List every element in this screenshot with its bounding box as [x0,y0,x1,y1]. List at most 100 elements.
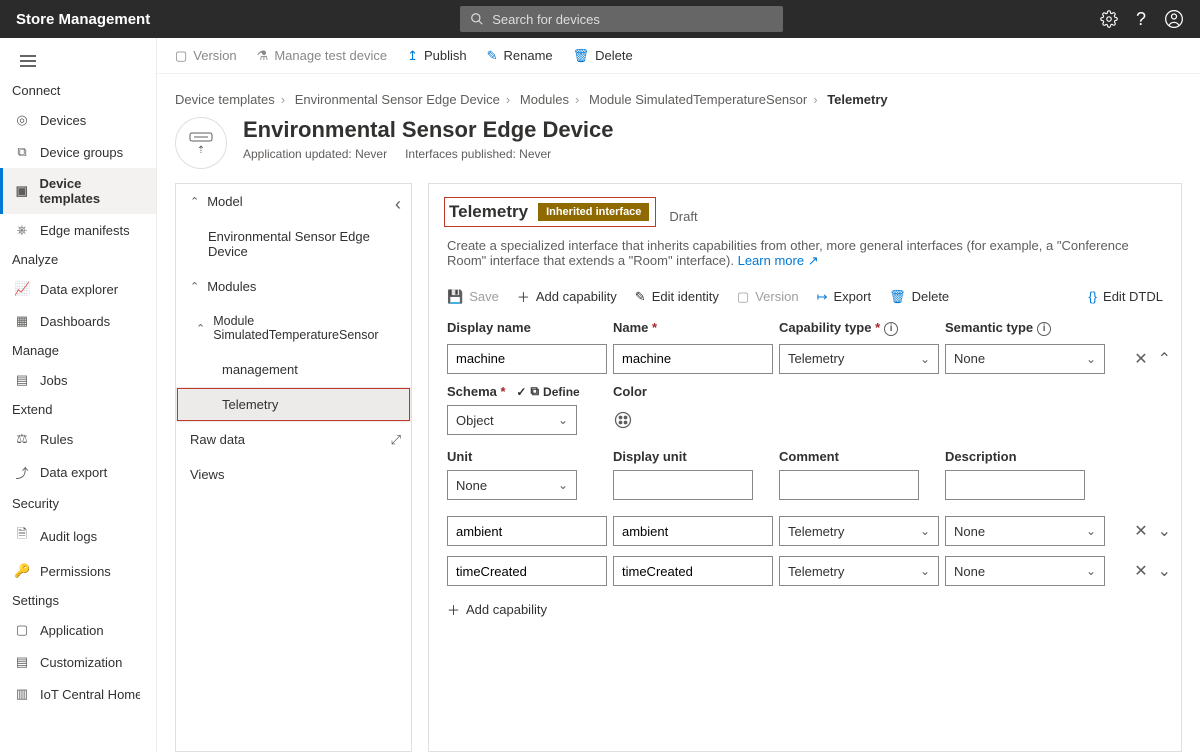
help-icon[interactable]: ? [1136,9,1146,30]
nav-section-analyze: Analyze [0,246,156,273]
crumb-device[interactable]: Environmental Sensor Edge Device [295,92,500,107]
tree-views[interactable]: Views [176,457,411,492]
tree-management[interactable]: management [176,352,411,387]
chevron-down-icon: ⌄ [920,524,930,538]
nav-iot-central-home[interactable]: ▥IoT Central Home [0,678,156,710]
save-button[interactable]: 💾Save [447,289,499,305]
info-icon[interactable]: i [1037,322,1051,336]
tree-raw-data[interactable]: Raw data⤢ [176,422,411,457]
edit-dtdl-button[interactable]: {}Edit DTDL [1088,289,1163,304]
semantic-type-select[interactable]: None⌄ [945,516,1105,546]
panel-toolbar: 💾Save ＋Add capability ✎Edit identity ▢Ve… [447,287,1163,306]
expand-icon[interactable]: ⤢ [391,432,401,448]
name-input[interactable] [613,556,773,586]
hamburger-icon[interactable] [0,46,156,77]
nav-permissions[interactable]: 🔑Permissions [0,555,156,587]
app-title: Store Management [16,11,150,28]
search-placeholder: Search for devices [492,12,600,27]
description-input[interactable] [945,470,1085,500]
display-unit-input[interactable] [613,470,753,500]
nav-data-explorer[interactable]: 📈Data explorer [0,273,156,305]
version-button[interactable]: ▢Version [737,289,799,305]
col-semantic-type: Semantic typei [945,320,1105,336]
edit-identity-button[interactable]: ✎Edit identity [635,289,719,305]
tree-modules[interactable]: ⌃Modules [176,269,411,304]
meta-app-updated: Application updated: Never [243,147,387,161]
expand-row-icon[interactable]: ⌄ [1158,561,1171,581]
nav-device-groups[interactable]: ⧉Device groups [0,136,156,168]
detail-panel: Telemetry Inherited interface Draft Crea… [428,183,1182,752]
cap-type-select[interactable]: Telemetry⌄ [779,556,939,586]
crumb-module-sim[interactable]: Module SimulatedTemperatureSensor [589,92,807,107]
nav-edge-manifests[interactable]: ⎈Edge manifests [0,214,156,246]
display-name-input[interactable] [447,516,607,546]
nav-customization[interactable]: ▤Customization [0,646,156,678]
tree-root-device[interactable]: Environmental Sensor Edge Device [176,219,411,269]
tree-model[interactable]: ⌃Model [176,184,411,219]
jobs-icon: ▤ [14,372,30,388]
learn-more-link[interactable]: Learn more ↗ [738,253,819,268]
account-icon[interactable] [1164,9,1184,29]
semantic-type-select[interactable]: None⌄ [945,344,1105,374]
crumb-device-templates[interactable]: Device templates [175,92,275,107]
add-capability-link[interactable]: ＋Add capability [447,600,1163,619]
search-icon [470,12,484,26]
unit-select[interactable]: None⌄ [447,470,577,500]
nav-jobs[interactable]: ▤Jobs [0,364,156,396]
chevron-up-icon: ⌃ [190,195,199,208]
data-explorer-icon: 📈 [14,281,30,297]
search-input[interactable]: Search for devices [460,6,783,32]
nav-device-templates[interactable]: ▣Device templates [0,168,156,214]
semantic-type-select[interactable]: None⌄ [945,556,1105,586]
publish-icon: ↥ [407,48,418,64]
collapse-tree-icon[interactable]: ‹ [395,194,401,215]
data-export-icon: ⤴ [14,463,30,482]
display-name-input[interactable] [447,344,607,374]
rules-icon: ⚖ [14,431,30,447]
nav-audit-logs[interactable]: 🗎Audit logs [0,517,156,555]
cmd-publish[interactable]: ↥Publish [407,48,467,64]
nav-dashboards[interactable]: ▦Dashboards [0,305,156,337]
nav-application[interactable]: ▢Application [0,614,156,646]
cap-type-select[interactable]: Telemetry⌄ [779,516,939,546]
remove-row-icon[interactable]: ✕ [1134,349,1147,369]
comment-input[interactable] [779,470,919,500]
color-picker[interactable] [613,408,643,432]
export-button[interactable]: ↦Export [817,289,871,305]
nav-rules[interactable]: ⚖Rules [0,423,156,455]
nav-section-connect: Connect [0,77,156,104]
expand-row-icon[interactable]: ⌄ [1158,521,1171,541]
device-groups-icon: ⧉ [14,144,30,160]
nav-devices[interactable]: ◎Devices [0,104,156,136]
info-icon[interactable]: i [884,322,898,336]
cmd-rename[interactable]: ✎Rename [487,48,553,64]
devices-icon: ◎ [14,112,30,128]
add-capability-button[interactable]: ＋Add capability [517,287,617,306]
cap-type-select[interactable]: Telemetry⌄ [779,344,939,374]
collapse-row-icon[interactable]: ⌃ [1158,349,1171,369]
nav-data-export[interactable]: ⤴Data export [0,455,156,490]
crumb-modules[interactable]: Modules [520,92,569,107]
schema-select[interactable]: Object⌄ [447,405,577,435]
schema-label: Schema * ✓⧉Define [447,384,607,400]
tree-module-sim[interactable]: ⌃Module SimulatedTemperatureSensor [176,304,411,352]
remove-row-icon[interactable]: ✕ [1134,521,1147,541]
nav-section-extend: Extend [0,396,156,423]
cmd-manage-test[interactable]: ⚗Manage test device [257,48,387,64]
manage-test-icon: ⚗ [257,48,269,64]
display-name-input[interactable] [447,556,607,586]
remove-row-icon[interactable]: ✕ [1134,561,1147,581]
version-icon: ▢ [737,289,749,305]
cmd-delete[interactable]: 🗑Delete [573,48,633,64]
name-input[interactable] [613,516,773,546]
rename-icon: ✎ [487,48,498,64]
check-icon: ✓ [516,385,526,399]
settings-icon[interactable] [1100,10,1118,28]
home-icon: ▥ [14,686,30,702]
name-input[interactable] [613,344,773,374]
meta-interfaces: Interfaces published: Never [405,147,551,161]
delete-button[interactable]: 🗑Delete [889,289,949,305]
device-template-icon: ⇡ [175,117,227,169]
cmd-version[interactable]: ▢Version [175,48,237,64]
tree-telemetry[interactable]: Telemetry [176,387,411,422]
